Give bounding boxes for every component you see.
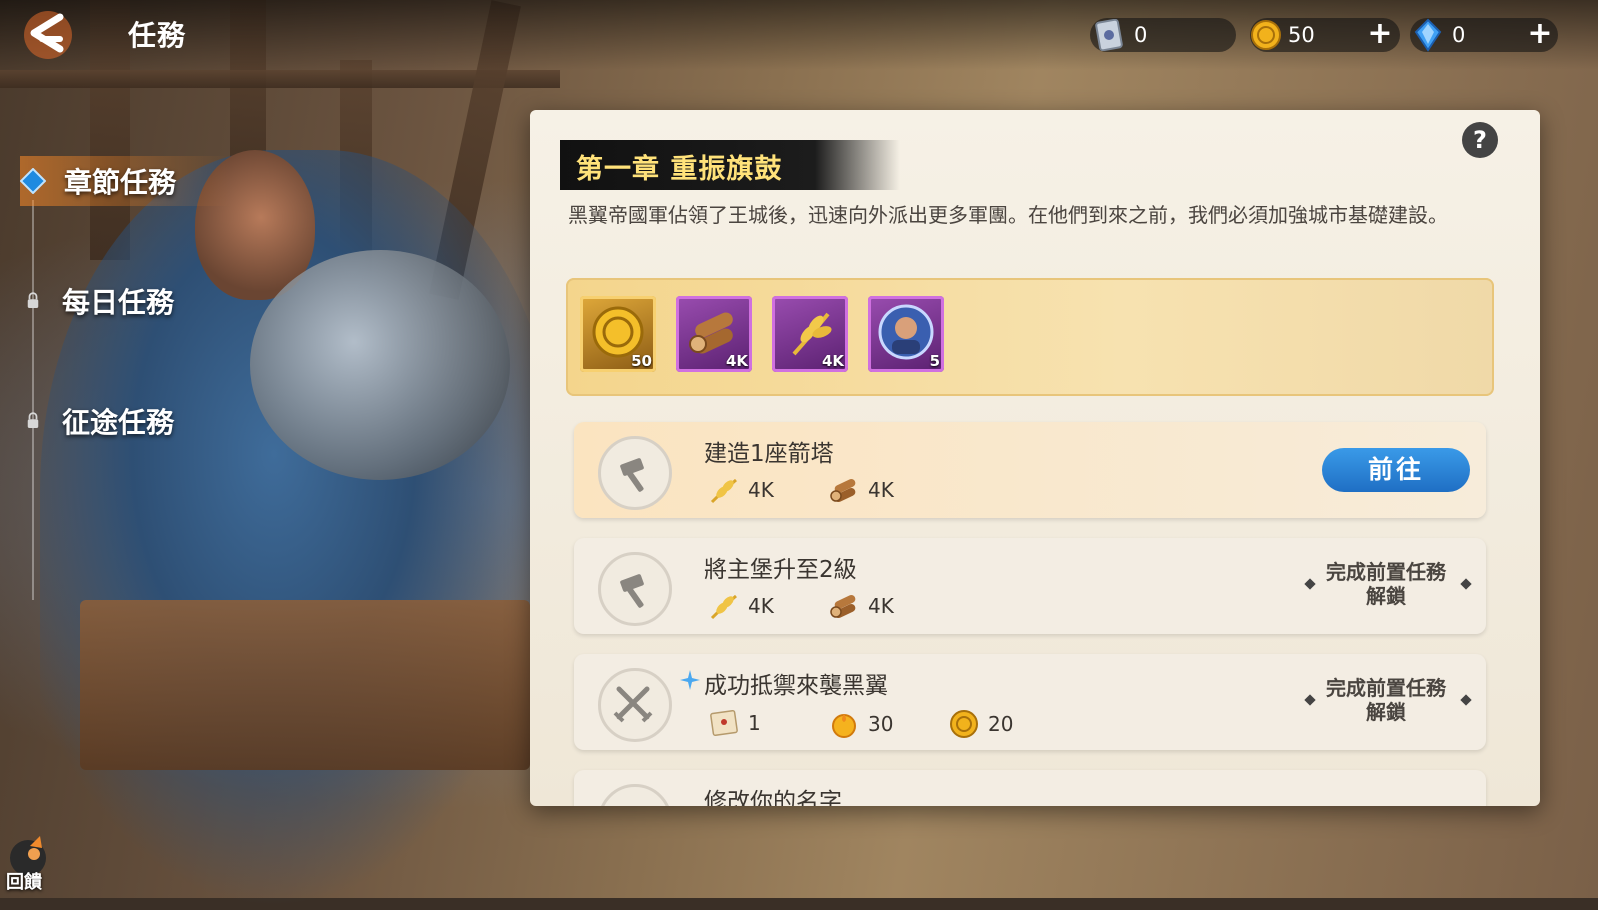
task-row: 修改你的名字 [574,770,1486,806]
gold-coin-icon [1251,20,1281,50]
scroll-letter-icon [710,709,738,737]
task-name: 修改你的名字 [704,789,842,806]
cost-value: 4K [868,478,894,502]
task-icon-frame [598,552,672,626]
task-cost: 4K [708,476,774,504]
ticket-counter: 0 [1090,18,1236,52]
task-icon-frame [598,668,672,742]
fire-orb-icon [832,714,856,738]
reward-qty: 5 [929,352,940,370]
chapter-title: 第一章 重振旗鼓 [576,154,783,185]
tab-label: 每日任務 [62,286,175,319]
task-cost: 4K [828,592,894,620]
page-title: 任務 [128,19,187,52]
wheat-icon [710,478,737,504]
blue-gem-icon [1414,18,1442,52]
back-arrow-icon [24,11,72,59]
help-button[interactable]: ? [1462,122,1498,158]
task-name: 將主堡升至2級 [704,557,857,583]
tab-chapter-tasks[interactable]: 章節任務 [20,156,320,206]
locked-status-text: 完成前置任務解鎖 [1326,676,1446,724]
feedback-label: 回饋 [6,872,42,893]
reward-item[interactable]: 5 [868,296,944,372]
reward-qty: 50 [631,352,652,370]
reward-strip: 50 4K 4K 5 [566,278,1494,396]
chapter-panel: 第一章 重振旗鼓 ? 黑翼帝國軍佔領了王城後，迅速向外派出更多軍團。在他們到來之… [530,110,1540,806]
sparkle-icon [680,670,700,690]
gem-value: 0 [1452,23,1466,47]
ticket-value: 0 [1134,23,1148,47]
add-gold-button[interactable]: + [1366,19,1394,49]
gold-value: 50 [1288,23,1315,47]
add-gem-button[interactable]: + [1526,19,1554,49]
task-name: 成功抵禦來襲黑翼 [704,673,888,699]
reward-item[interactable]: 4K [676,296,752,372]
task-cost: 30 [828,708,893,740]
reward-qty: 4K [821,352,844,370]
task-icon-frame [598,784,672,806]
task-cost: 4K [708,592,774,620]
task-row: 成功抵禦來襲黑翼 1 30 20 完成前置任務解鎖 [574,654,1486,750]
task-cost: 20 [948,708,1013,740]
task-icon-frame [598,436,672,510]
wooden-crate [80,600,530,770]
task-row: 建造1座箭塔 4K 4K 前往 [574,422,1486,518]
task-cost: 1 [708,708,761,738]
cost-value: 4K [748,478,774,502]
diamond-right-icon [1460,694,1472,706]
wood-logs-icon [830,595,856,618]
hammer-icon [620,574,644,608]
crossed-swords-icon [613,686,653,723]
cost-value: 20 [988,712,1014,736]
cost-value: 1 [748,711,761,735]
gold-coin-icon [950,710,978,738]
reward-qty: 4K [725,352,748,370]
go-button[interactable]: 前往 [1322,448,1470,492]
cost-value: 4K [748,594,774,618]
diamond-right-icon [1460,578,1472,590]
feedback-button[interactable]: 回饋 [4,832,60,894]
lock-icon [27,292,39,308]
reward-item[interactable]: 4K [772,296,848,372]
lock-icon [27,412,39,428]
tab-label: 征途任務 [62,406,175,439]
task-name: 建造1座箭塔 [704,441,834,467]
task-cost: 4K [828,476,894,504]
cost-value: 4K [868,594,894,618]
back-button[interactable] [18,8,82,62]
hammer-icon [620,458,644,492]
tab-daily-tasks[interactable]: 每日任務 [20,276,320,326]
reward-item[interactable]: 50 [580,296,656,372]
diamond-left-icon [1304,578,1316,590]
tab-label: 章節任務 [64,166,177,199]
tab-journey-tasks[interactable]: 征途任務 [20,396,320,446]
ticket-icon [1095,19,1123,51]
task-row: 將主堡升至2級 4K 4K 完成前置任務解鎖 [574,538,1486,634]
wheat-icon [710,594,737,620]
diamond-marker-icon [20,168,46,194]
cost-value: 30 [868,712,894,736]
chapter-description: 黑翼帝國軍佔領了王城後，迅速向外派出更多軍團。在他們到來之前，我們必須加強城市基… [568,203,1448,227]
diamond-left-icon [1304,694,1316,706]
locked-status-text: 完成前置任務解鎖 [1326,560,1446,608]
wood-logs-icon [830,479,856,502]
